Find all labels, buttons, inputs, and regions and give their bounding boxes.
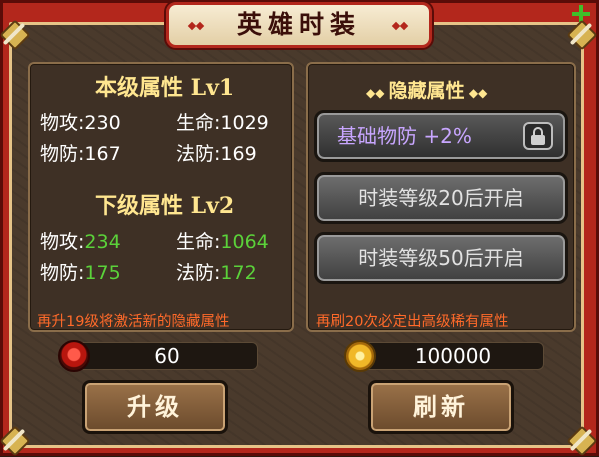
ornament-icon: ◆◆ [366,86,389,100]
title-plate: 英雄时装 [166,2,432,48]
slot-label: 时装等级20后开启 [358,186,524,210]
slot-label: 时装等级50后开启 [358,246,524,270]
upgrade-button-label: 升级 [127,392,183,421]
next-stat-phys-def: 物防:175 [40,262,121,284]
next-stat-hp: 生命:1064 [176,231,269,253]
hidden-heading: ◆◆ 隐藏属性 ◆◆ [366,80,488,102]
corner-sword-icon [0,425,31,457]
corner-sword-icon [0,19,31,51]
stat-magic-def: 法防:169 [176,143,257,165]
hidden-attr-slot-locked-20: 时装等级20后开启 [314,172,568,224]
stat-hp: 生命:1029 [176,112,269,134]
corner-sword-icon [566,19,598,51]
hidden-attr-slot-locked-50: 时装等级50后开启 [314,232,568,284]
refresh-button-label: 刷新 [413,392,469,421]
refresh-hint: 再刷20次必定出高级稀有属性 [316,314,509,330]
stat-attack: 物攻:230 [40,112,121,134]
ornament-icon: ◆◆ [464,86,488,100]
refresh-cost-bar: 100000 [362,342,544,370]
next-stat-attack: 物攻:234 [40,231,121,253]
current-level-heading: 本级属性 Lv1 [95,75,235,101]
upgrade-button[interactable]: 升级 [82,380,228,434]
upgrade-cost: 60 [154,344,180,368]
corner-sword-icon [566,425,598,457]
refresh-button[interactable]: 刷新 [368,380,514,434]
ornament-icon [187,20,205,32]
ornament-icon [391,20,409,32]
refresh-cost: 100000 [414,344,492,368]
window-title: 英雄时装 [236,10,361,39]
upgrade-hint: 再升19级将激活新的隐藏属性 [37,314,230,330]
hidden-attr-slot[interactable]: 基础物防 +2% [314,110,568,162]
upgrade-cost-bar: 60 [76,342,258,370]
lock-icon[interactable] [523,122,553,150]
stat-phys-def: 物防:167 [40,143,121,165]
gold-coin-icon [344,340,376,372]
next-level-heading: 下级属性 Lv2 [95,193,235,219]
next-stat-magic-def: 法防:172 [176,262,257,284]
red-gem-icon [58,340,90,372]
